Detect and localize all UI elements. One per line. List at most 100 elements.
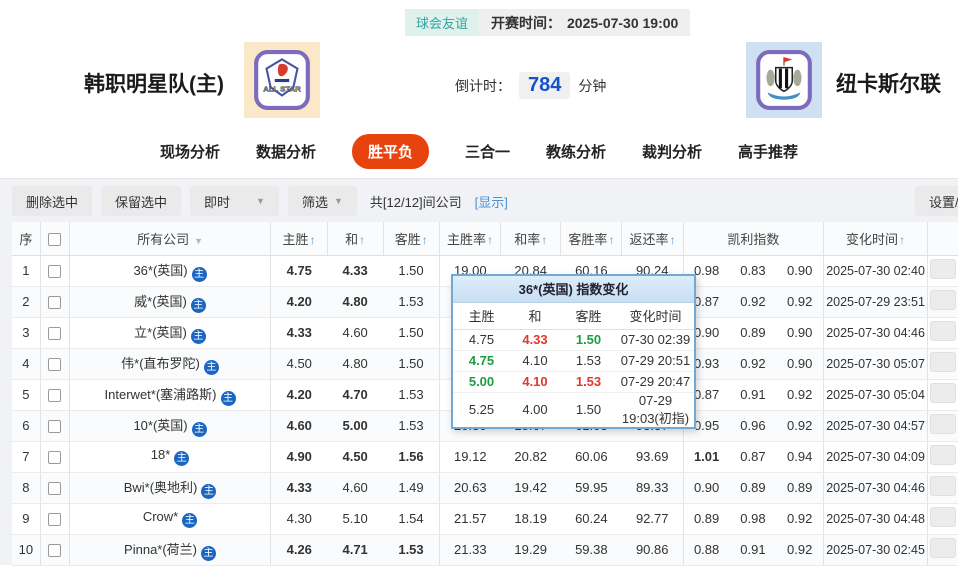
odds-draw-cell[interactable]: 4.50 — [327, 441, 384, 473]
tab-现场分析[interactable]: 现场分析 — [160, 141, 220, 162]
company-name[interactable]: Pinna*(荷兰) — [124, 542, 197, 557]
row-action-button[interactable] — [929, 507, 956, 527]
odds-draw-cell[interactable]: 4.80 — [327, 286, 384, 318]
company-cell[interactable]: 立*(英国) 主 — [68, 317, 271, 349]
sort-up-icon[interactable]: ↑ — [608, 233, 614, 247]
company-cell[interactable]: 36*(英国) 主 — [68, 255, 271, 287]
odds-away-cell[interactable]: 1.50 — [383, 348, 440, 380]
company-name[interactable]: 10*(英国) — [133, 418, 187, 433]
sort-up-icon[interactable]: ↑ — [487, 233, 493, 247]
company-name[interactable]: 伟*(直布罗陀) — [121, 356, 200, 371]
keep-selected-button[interactable]: 保留选中 — [101, 186, 182, 216]
col-header-change-time[interactable]: 变化时间↑ — [823, 222, 928, 256]
show-link[interactable]: [显示] — [475, 192, 508, 211]
row-action-button[interactable] — [929, 352, 956, 372]
tab-三合一[interactable]: 三合一 — [465, 141, 510, 162]
company-cell[interactable]: Pinna*(荷兰) 主 — [68, 534, 271, 566]
row-checkbox[interactable] — [48, 451, 62, 465]
odds-home-cell[interactable]: 4.26 — [270, 534, 328, 566]
tab-教练分析[interactable]: 教练分析 — [546, 141, 606, 162]
odds-home-cell[interactable]: 4.90 — [270, 441, 328, 473]
odds-draw-cell[interactable]: 4.70 — [327, 379, 384, 411]
company-cell[interactable]: Crow* 主 — [68, 503, 271, 535]
odds-away-cell[interactable]: 1.50 — [383, 317, 440, 349]
company-name[interactable]: 立*(英国) — [134, 325, 187, 340]
row-checkbox[interactable] — [48, 296, 62, 310]
col-header-rate-home[interactable]: 主胜率↑ — [438, 222, 501, 256]
tab-高手推荐[interactable]: 高手推荐 — [738, 141, 798, 162]
tab-数据分析[interactable]: 数据分析 — [256, 141, 316, 162]
company-name[interactable]: 18* — [151, 447, 171, 462]
row-action-button[interactable] — [929, 476, 956, 496]
odds-draw-cell[interactable]: 4.60 — [327, 472, 384, 504]
col-header-odds-home[interactable]: 主胜↑ — [270, 222, 328, 256]
row-action-button[interactable] — [929, 290, 956, 310]
company-cell[interactable]: 18* 主 — [68, 441, 271, 473]
row-checkbox[interactable] — [48, 265, 62, 279]
col-header-rate-away[interactable]: 客胜率↑ — [560, 222, 622, 256]
company-cell[interactable]: 伟*(直布罗陀) 主 — [68, 348, 271, 380]
odds-draw-cell[interactable]: 5.00 — [327, 410, 384, 442]
sort-up-icon[interactable]: ↑ — [669, 233, 675, 247]
odds-away-cell[interactable]: 1.50 — [383, 255, 440, 287]
filter-dropdown[interactable]: 筛选 ▼ — [287, 186, 357, 216]
col-header-rate-draw[interactable]: 和率↑ — [500, 222, 561, 256]
odds-draw-cell[interactable]: 5.10 — [327, 503, 384, 535]
company-name[interactable]: 威*(英国) — [134, 294, 187, 309]
sort-up-icon[interactable]: ↑ — [310, 233, 316, 247]
odds-away-cell[interactable]: 1.49 — [383, 472, 440, 504]
col-header-select-all[interactable] — [39, 222, 70, 256]
odds-away-cell[interactable]: 1.53 — [383, 534, 440, 566]
row-action-button[interactable] — [929, 259, 956, 279]
company-cell[interactable]: 10*(英国) 主 — [68, 410, 271, 442]
caret-down-icon[interactable]: ▼ — [194, 236, 203, 246]
instant-dropdown[interactable]: 即时 ▼ — [190, 186, 279, 216]
sort-up-icon[interactable]: ↑ — [899, 233, 905, 247]
odds-away-cell[interactable]: 1.53 — [383, 286, 440, 318]
tab-裁判分析[interactable]: 裁判分析 — [642, 141, 702, 162]
row-action-button[interactable] — [929, 538, 956, 558]
row-checkbox[interactable] — [48, 420, 62, 434]
company-name[interactable]: Bwi*(奥地利) — [124, 480, 198, 495]
col-header-company[interactable]: 所有公司 ▼ — [68, 222, 271, 256]
odds-draw-cell[interactable]: 4.71 — [327, 534, 384, 566]
odds-home-cell[interactable]: 4.50 — [270, 348, 328, 380]
odds-home-cell[interactable]: 4.33 — [270, 317, 328, 349]
odds-home-cell[interactable]: 4.30 — [270, 503, 328, 535]
company-name[interactable]: Crow* — [143, 509, 178, 524]
col-header-odds-away[interactable]: 客胜↑ — [382, 222, 440, 256]
company-cell[interactable]: 威*(英国) 主 — [68, 286, 271, 318]
company-name[interactable]: Interwet*(塞浦路斯) — [105, 387, 217, 402]
odds-draw-cell[interactable]: 4.80 — [327, 348, 384, 380]
row-checkbox[interactable] — [48, 358, 62, 372]
col-header-odds-draw[interactable]: 和↑ — [326, 222, 384, 256]
odds-home-cell[interactable]: 4.20 — [270, 286, 328, 318]
odds-home-cell[interactable]: 4.20 — [270, 379, 328, 411]
col-header-payout[interactable]: 返还率↑ — [621, 222, 684, 256]
odds-away-cell[interactable]: 1.53 — [383, 379, 440, 411]
row-checkbox[interactable] — [48, 482, 62, 496]
select-all-checkbox[interactable] — [48, 232, 62, 246]
odds-away-cell[interactable]: 1.54 — [383, 503, 440, 535]
sort-up-icon[interactable]: ↑ — [422, 233, 428, 247]
row-action-button[interactable] — [929, 321, 956, 341]
row-action-button[interactable] — [929, 445, 956, 465]
row-action-button[interactable] — [929, 414, 956, 434]
row-checkbox[interactable] — [48, 544, 62, 558]
tab-胜平负[interactable]: 胜平负 — [351, 133, 429, 169]
row-checkbox[interactable] — [48, 389, 62, 403]
row-action-button[interactable] — [929, 383, 956, 403]
odds-draw-cell[interactable]: 4.60 — [327, 317, 384, 349]
row-checkbox[interactable] — [48, 513, 62, 527]
sort-up-icon[interactable]: ↑ — [541, 233, 547, 247]
odds-away-cell[interactable]: 1.53 — [383, 410, 440, 442]
odds-home-cell[interactable]: 4.33 — [270, 472, 328, 504]
sort-up-icon[interactable]: ↑ — [359, 233, 365, 247]
odds-home-cell[interactable]: 4.60 — [270, 410, 328, 442]
company-cell[interactable]: Bwi*(奥地利) 主 — [68, 472, 271, 504]
odds-away-cell[interactable]: 1.56 — [383, 441, 440, 473]
company-name[interactable]: 36*(英国) — [133, 263, 187, 278]
odds-draw-cell[interactable]: 4.33 — [327, 255, 384, 287]
settings-select-button[interactable]: 设置/选择 — [915, 186, 958, 216]
odds-home-cell[interactable]: 4.75 — [270, 255, 328, 287]
